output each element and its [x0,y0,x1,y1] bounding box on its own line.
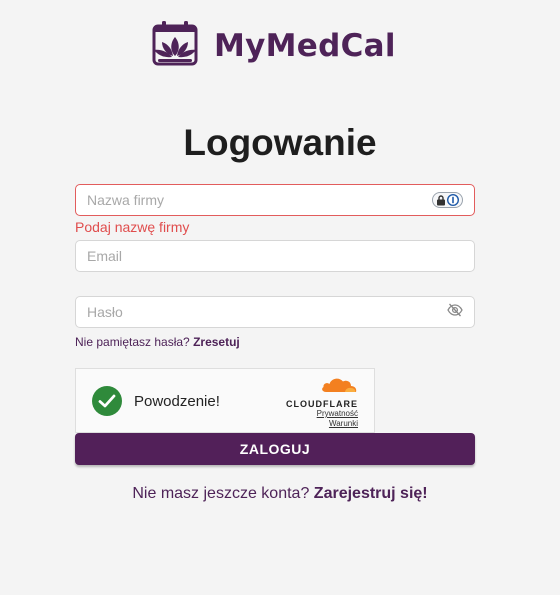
success-check-icon [92,386,122,416]
reset-password-link[interactable]: Zresetuj [193,335,240,349]
company-field[interactable] [75,184,475,216]
cloudflare-captcha[interactable]: Powodzenie! CLOUDFLARE Prywatność Warunk… [75,368,375,433]
cloudflare-branding: CLOUDFLARE Prywatność Warunki [286,375,358,429]
register-text: Nie masz jeszcze konta? [132,485,310,502]
cloudflare-logo: CLOUDFLARE [286,399,358,409]
register-link[interactable]: Zarejestruj się! [314,485,428,502]
password-input[interactable] [87,304,447,320]
register-prompt: Nie masz jeszcze konta? Zarejestruj się! [0,485,560,503]
page-title: Logowanie [183,122,377,163]
eye-off-icon[interactable] [447,303,463,322]
calendar-lotus-icon [150,20,200,71]
forgot-text: Nie pamiętasz hasła? [75,335,190,349]
password-field[interactable] [75,296,475,328]
app-name: MyMedCal [214,27,396,64]
company-error: Podaj nazwę firmy [75,219,190,235]
company-input[interactable] [87,192,432,208]
captcha-status: Powodzenie! [134,393,220,410]
terms-link[interactable]: Warunki [286,419,358,429]
email-input[interactable] [87,248,463,264]
forgot-password: Nie pamiętasz hasła? Zresetuj [75,335,240,349]
privacy-link[interactable]: Prywatność [286,409,358,419]
password-manager-icon[interactable] [432,192,463,208]
cloudflare-cloud-icon [320,378,358,397]
app-logo: MyMedCal [150,20,396,71]
email-field[interactable] [75,240,475,272]
login-button[interactable]: ZALOGUJ [75,433,475,465]
